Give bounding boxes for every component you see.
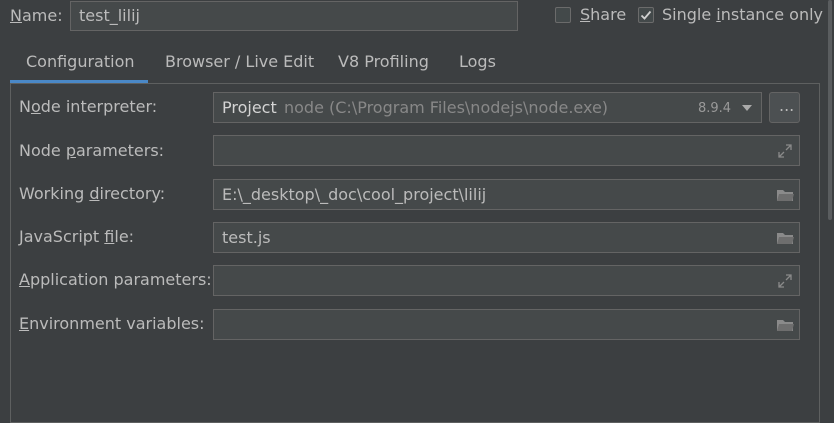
working-directory-label: Working directory: [19, 184, 166, 203]
working-directory-input[interactable]: E:\_desktop\_doc\cool_project\lilij [213, 179, 800, 210]
expand-icon[interactable] [775, 271, 795, 291]
checkmark-icon [640, 10, 652, 20]
scrollbar-thumb[interactable] [828, 0, 832, 220]
working-directory-value: E:\_desktop\_doc\cool_project\lilij [222, 185, 487, 204]
environment-variables-label: Environment variables: [19, 314, 205, 333]
name-field[interactable]: test_lilij [70, 1, 518, 31]
folder-icon[interactable] [775, 228, 795, 248]
node-interpreter-label: Node interpreter: [19, 97, 158, 116]
share-label[interactable]: Share [580, 5, 626, 25]
javascript-file-value: test.js [222, 228, 271, 247]
browse-interpreter-button[interactable]: ... [769, 92, 800, 123]
environment-variables-input[interactable] [213, 309, 800, 340]
tab-configuration[interactable]: Configuration [26, 52, 135, 72]
name-label: Name: [10, 6, 63, 25]
node-parameters-label: Node parameters: [19, 141, 165, 160]
tab-logs[interactable]: Logs [459, 52, 496, 72]
folder-icon[interactable] [775, 185, 795, 205]
interpreter-path: node (C:\Program Files\nodejs\node.exe) [284, 98, 609, 117]
node-parameters-input[interactable] [213, 135, 800, 166]
share-checkbox[interactable] [555, 7, 571, 23]
javascript-file-input[interactable]: test.js [213, 222, 800, 253]
application-parameters-input[interactable] [213, 265, 800, 296]
tab-browser-live-edit[interactable]: Browser / Live Edit [165, 52, 314, 72]
interpreter-project: Project [222, 98, 277, 117]
expand-icon[interactable] [775, 141, 795, 161]
name-value: test_lilij [79, 6, 140, 25]
single-instance-label[interactable]: Single instance only [662, 5, 823, 25]
interpreter-version: 8.9.4 [698, 101, 732, 116]
application-parameters-label: Application parameters: [19, 270, 212, 289]
configuration-panel [10, 83, 820, 423]
browse-label: ... [779, 96, 795, 115]
node-interpreter-select[interactable]: Project node (C:\Program Files\nodejs\no… [213, 92, 762, 123]
javascript-file-label: JavaScript file: [19, 227, 135, 246]
folder-icon[interactable] [775, 315, 795, 335]
tab-v8-profiling[interactable]: V8 Profiling [338, 52, 429, 72]
chevron-down-icon [742, 105, 752, 111]
single-instance-checkbox[interactable] [638, 7, 654, 23]
